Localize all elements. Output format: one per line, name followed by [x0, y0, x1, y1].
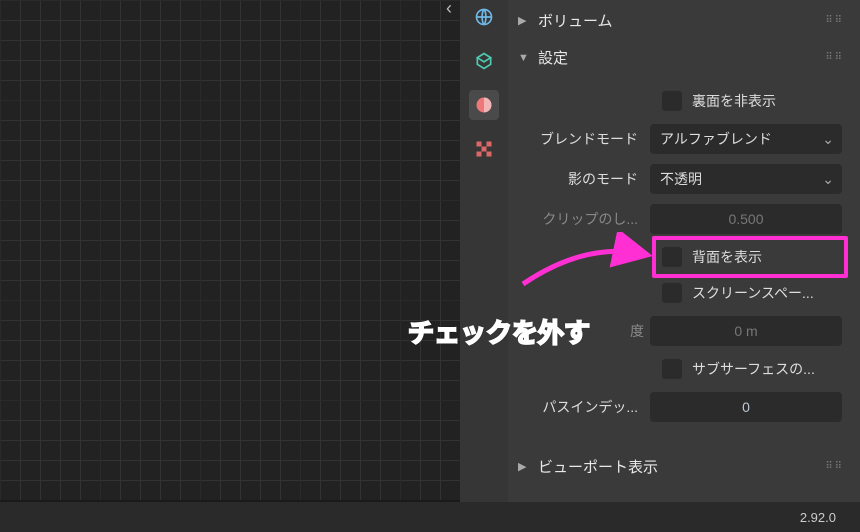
- texture-icon[interactable]: [469, 134, 499, 164]
- blend-mode-label: ブレンドモード: [520, 129, 650, 149]
- subsurface-row[interactable]: サブサーフェスの...: [662, 354, 842, 384]
- section-header-viewport-display[interactable]: ▶ ビューポート表示 ⠿⠿: [512, 448, 850, 485]
- checkbox-show-backface[interactable]: [662, 247, 682, 267]
- material-icon[interactable]: [469, 90, 499, 120]
- clip-threshold-field[interactable]: 0.500: [650, 204, 842, 234]
- section-title: 設定: [538, 47, 568, 68]
- object-data-icon[interactable]: [469, 46, 499, 76]
- shadow-mode-label: 影のモード: [520, 169, 650, 189]
- pass-index-row: パスインデッ... 0: [520, 390, 842, 424]
- shadow-mode-value: 不透明: [660, 169, 702, 189]
- drag-handle-icon[interactable]: ⠿⠿: [825, 55, 844, 61]
- clip-threshold-label: クリップのし...: [520, 209, 650, 229]
- show-backface-row[interactable]: 背面を表示: [662, 242, 842, 272]
- blend-mode-select[interactable]: アルファブレンド: [650, 124, 842, 154]
- section-header-settings[interactable]: ▼ 設定 ⠿⠿: [512, 39, 850, 76]
- shadow-mode-select[interactable]: 不透明: [650, 164, 842, 194]
- checkbox-backface-culling[interactable]: [662, 91, 682, 111]
- thickness-row: xxx度 0 m: [520, 314, 842, 348]
- drag-handle-icon[interactable]: ⠿⠿: [825, 18, 844, 24]
- globe-icon[interactable]: [469, 2, 499, 32]
- clip-threshold-value: 0.500: [728, 211, 763, 227]
- checkbox-screen-space[interactable]: [662, 283, 682, 303]
- section-title: ビューポート表示: [538, 456, 658, 477]
- section-header-volume[interactable]: ▶ ボリューム ⠿⠿: [512, 2, 850, 39]
- checkbox-label: 背面を表示: [692, 247, 762, 267]
- thickness-label: xxx度: [520, 321, 650, 341]
- chevron-right-icon: ▶: [518, 460, 532, 473]
- pass-index-field[interactable]: 0: [650, 392, 842, 422]
- thickness-value: 0 m: [734, 323, 757, 339]
- blend-mode-row: ブレンドモード アルファブレンド: [520, 122, 842, 156]
- viewport-grid[interactable]: [0, 0, 460, 500]
- properties-panel: ▶ ボリューム ⠿⠿ ▼ 設定 ⠿⠿ 裏面を非表示 ブレンドモード アルファブレ…: [508, 0, 860, 532]
- checkbox-subsurface[interactable]: [662, 359, 682, 379]
- shadow-mode-row: 影のモード 不透明: [520, 162, 842, 196]
- clip-threshold-row: クリップのし... 0.500: [520, 202, 842, 236]
- screen-space-row[interactable]: スクリーンスペー...: [662, 278, 842, 308]
- section-title: ボリューム: [538, 10, 613, 31]
- backface-culling-row[interactable]: 裏面を非表示: [662, 86, 842, 116]
- checkbox-label: スクリーンスペー...: [692, 283, 814, 303]
- chevron-right-icon: ▶: [518, 14, 532, 27]
- status-bar: 2.92.0: [0, 502, 860, 532]
- blend-mode-value: アルファブレンド: [660, 129, 772, 149]
- checkbox-label: サブサーフェスの...: [692, 359, 815, 379]
- pass-index-label: パスインデッ...: [520, 397, 650, 417]
- settings-body: 裏面を非表示 ブレンドモード アルファブレンド 影のモード 不透明 クリップのし…: [512, 76, 850, 442]
- drag-handle-icon[interactable]: ⠿⠿: [825, 464, 844, 470]
- chevron-left-icon[interactable]: ‹: [446, 0, 452, 19]
- checkbox-label: 裏面を非表示: [692, 91, 776, 111]
- chevron-down-icon: ▼: [518, 52, 532, 64]
- thickness-field[interactable]: 0 m: [650, 316, 842, 346]
- version-label: 2.92.0: [800, 510, 836, 525]
- pass-index-value: 0: [742, 399, 750, 415]
- properties-tab-column: ‹: [460, 0, 508, 532]
